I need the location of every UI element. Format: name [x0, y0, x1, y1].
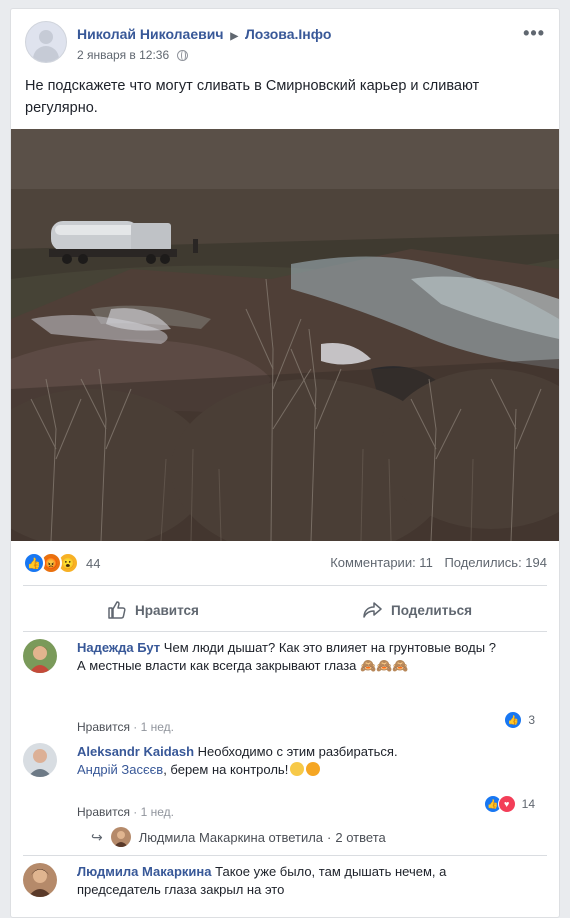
comment-author[interactable]: Людмила Макаркина [77, 864, 212, 879]
reply-count: 2 ответа [335, 829, 386, 845]
comment-author[interactable]: Aleksandr Kaidash [77, 744, 194, 759]
post-stats: Комментарии: 11 Поделились: 194 [330, 555, 547, 570]
like-button[interactable]: Нравится [107, 595, 199, 625]
post-photo[interactable] [11, 129, 559, 541]
shares-count[interactable]: Поделились: 194 [444, 555, 547, 570]
comment-text-2: , берем на контроль! [163, 762, 289, 777]
comment-text: Необходимо с этим разбираться. [197, 744, 398, 759]
comment-body: Aleksandr Kaidash Необходимо с этим разб… [77, 743, 507, 779]
comment-meta: Нравится · 1 нед. [77, 805, 175, 819]
comment-mention[interactable]: Андрій Засєєв [77, 762, 163, 777]
comment-like-link[interactable]: Нравится [77, 720, 130, 734]
reaction-summary[interactable]: 👍 😡 😮 44 [23, 551, 100, 575]
comments-count[interactable]: Комментарии: 11 [330, 555, 433, 570]
divider [23, 855, 547, 856]
angry-face-emoji-icon [306, 762, 321, 776]
post-timestamp[interactable]: 2 января в 12:36 [77, 48, 169, 62]
triangle-right-icon: ▶ [230, 31, 239, 42]
share-button[interactable]: Поделиться [363, 595, 472, 625]
comment-text-2: А местные власти как всегда закрывают гл… [77, 658, 409, 673]
post-header: Николай Николаевич ▶ Лозова.Інфо [77, 26, 331, 42]
reply-thread[interactable]: ↪ Людмила Макаркина ответила · 2 ответа [91, 827, 386, 847]
comment-meta: Нравится · 1 нед. [77, 720, 175, 734]
reaction-count: 44 [86, 555, 101, 571]
share-icon [363, 602, 382, 618]
comment-age[interactable]: 1 нед. [141, 805, 174, 819]
dizzy-face-emoji-icon [290, 762, 305, 776]
author-avatar[interactable] [25, 21, 67, 63]
commenter-avatar[interactable] [23, 639, 57, 673]
comment-author[interactable]: Надежда Бут [77, 640, 160, 655]
like-label: Нравится [135, 602, 199, 618]
like-icon [108, 601, 126, 619]
comment-body: Людмила Макаркина Такое уже было, там ды… [77, 863, 507, 899]
share-label: Поделиться [391, 602, 473, 618]
like-reaction-icon: 👍 [23, 552, 45, 574]
like-reaction-icon: 👍 [504, 711, 523, 729]
love-reaction-icon: ♥ [497, 795, 516, 813]
post-text: Не подскажете что могут сливать в Смирно… [25, 78, 480, 116]
comment-text: Чем люди дышат? Как это влияет на грунто… [163, 640, 496, 655]
author-name[interactable]: Николай Николаевич [77, 26, 223, 42]
divider [23, 631, 547, 632]
globe-icon [176, 50, 188, 61]
reply-arrow-icon: ↪ [91, 828, 103, 845]
commenter-avatar[interactable] [23, 743, 57, 777]
comment-reaction-count: 3 [528, 713, 535, 727]
reply-text: Людмила Макаркина ответила [138, 829, 324, 845]
comment-reactions[interactable]: 👍 ♥ 14 [483, 795, 535, 813]
comment-age[interactable]: 1 нед. [141, 720, 174, 734]
commenter-avatar[interactable] [23, 863, 57, 897]
comment-reactions[interactable]: 👍 3 [504, 711, 535, 729]
comment-like-link[interactable]: Нравится [77, 805, 130, 819]
divider [23, 585, 547, 586]
comment-reaction-count: 14 [521, 797, 535, 811]
comment-body: Надежда Бут Чем люди дышат? Как это влия… [77, 639, 507, 675]
group-name[interactable]: Лозова.Інфо [245, 26, 331, 42]
reply-avatar [110, 827, 131, 847]
post-meta: 2 января в 12:36 [77, 48, 188, 62]
post-card: Николай Николаевич ▶ Лозова.Інфо 2 январ… [10, 8, 560, 918]
more-icon[interactable]: ••• [523, 23, 545, 44]
